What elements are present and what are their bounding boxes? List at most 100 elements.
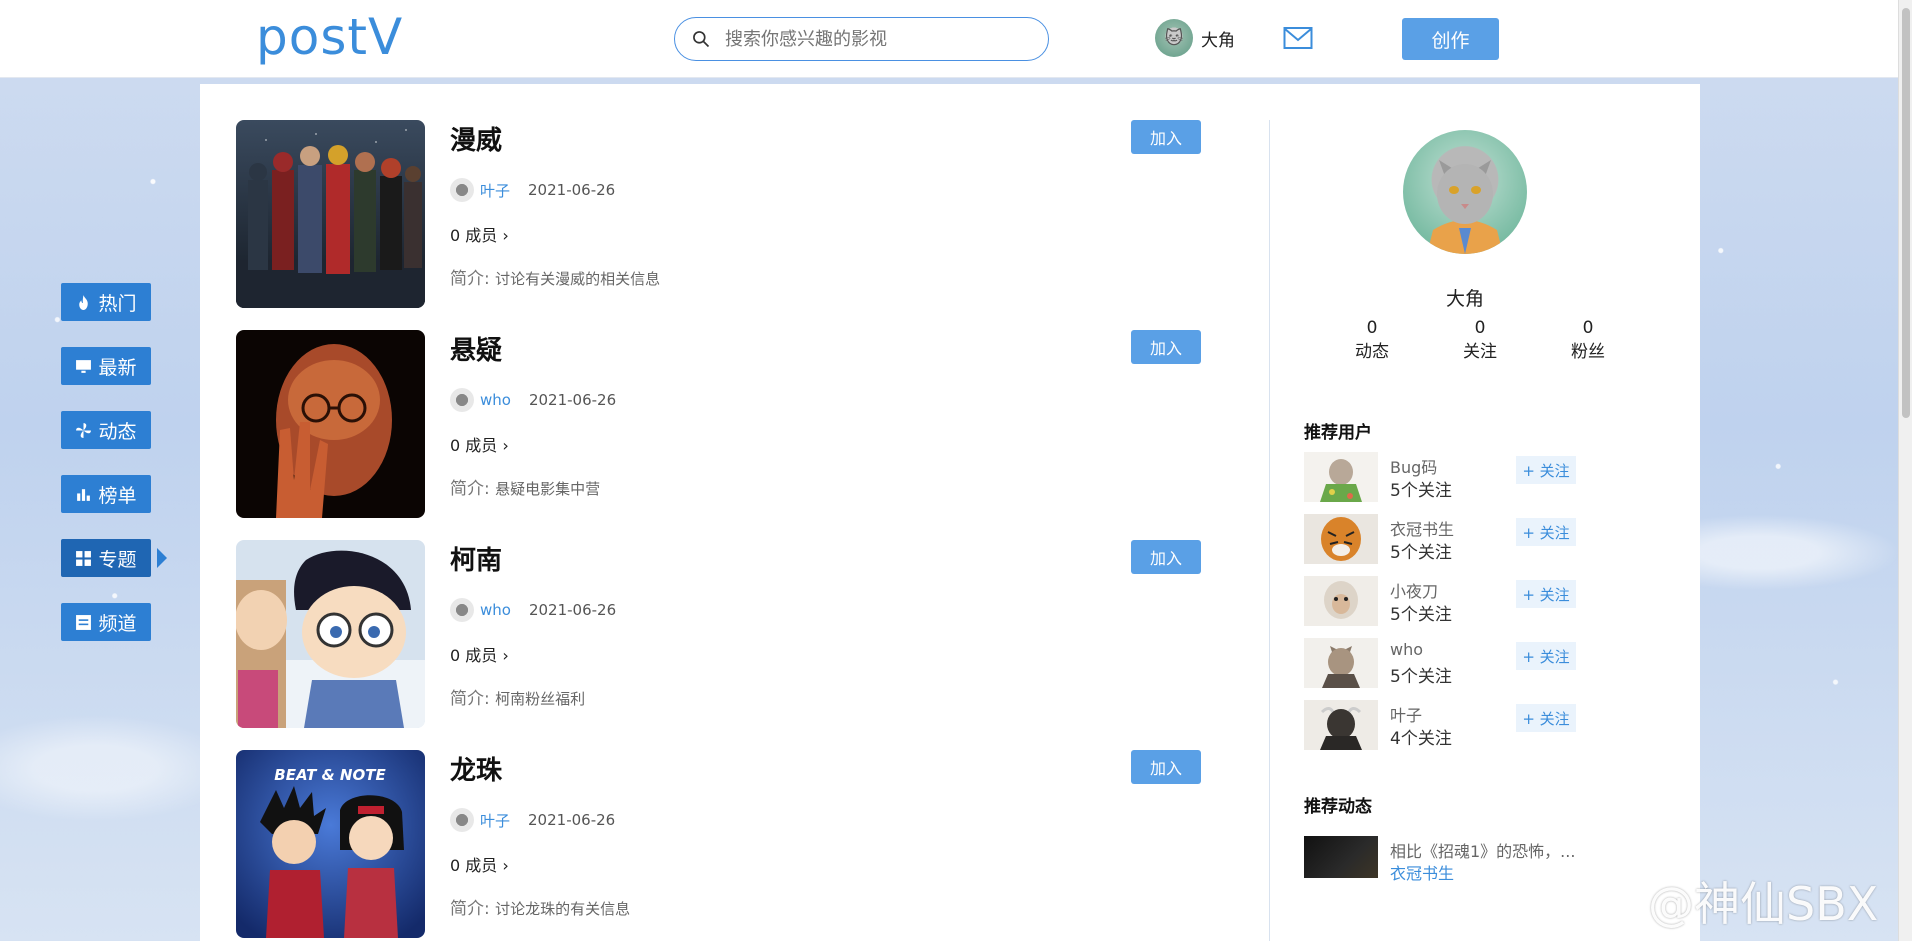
user-name[interactable]: 衣冠书生 xyxy=(1390,516,1454,540)
profile-name[interactable]: 大角 xyxy=(1304,284,1626,311)
join-button[interactable]: 加入 xyxy=(1131,330,1201,364)
topic-description: 简介: 柯南粉丝福利 xyxy=(450,684,585,709)
join-button[interactable]: 加入 xyxy=(1131,120,1201,154)
topic-members[interactable]: 0 成员 › xyxy=(450,432,509,456)
topic-members[interactable]: 0 成员 › xyxy=(450,642,509,666)
desc-text: 柯南粉丝福利 xyxy=(495,690,586,708)
topic-item[interactable]: 悬疑 加入 who 2021-06-26 0 成员 › 简介: 悬疑电影集中营 xyxy=(236,330,1236,518)
list-item[interactable]: 衣冠书生 5个关注 + 关注 xyxy=(1304,514,1634,576)
site-logo[interactable]: postV xyxy=(256,8,403,66)
topic-title[interactable]: 龙珠 xyxy=(450,750,502,787)
topic-item[interactable]: BEAT & NOTE 龙珠 加入 叶子 2021-06-26 0 成员 › 简… xyxy=(236,750,1236,938)
page-scrollbar[interactable] xyxy=(1898,0,1912,941)
user-avatar[interactable] xyxy=(1304,638,1378,688)
topic-thumbnail[interactable] xyxy=(236,540,425,728)
search-icon xyxy=(693,31,710,48)
list-item[interactable]: 小夜刀 5个关注 + 关注 xyxy=(1304,576,1634,638)
list-item[interactable]: Bug码 5个关注 + 关注 xyxy=(1304,452,1634,514)
watermark-text: @神仙SBX xyxy=(1648,877,1879,931)
topic-members[interactable]: 0 成员 › xyxy=(450,852,509,876)
desc-prefix: 简介: xyxy=(450,479,496,499)
follow-button[interactable]: + 关注 xyxy=(1516,580,1576,608)
nav-label: 动态 xyxy=(98,420,137,443)
stat-posts[interactable]: 0 动态 xyxy=(1318,316,1426,364)
header-username[interactable]: 大角 xyxy=(1201,26,1235,51)
stat-following[interactable]: 0 关注 xyxy=(1426,316,1534,364)
topic-author[interactable]: 叶子 xyxy=(480,810,510,831)
list-item[interactable]: 叶子 4个关注 + 关注 xyxy=(1304,700,1634,762)
fire-icon xyxy=(79,294,89,310)
member-count: 0 成员 xyxy=(450,646,498,665)
follow-button[interactable]: + 关注 xyxy=(1516,704,1576,732)
user-avatar[interactable] xyxy=(1304,576,1378,626)
topic-author[interactable]: who xyxy=(480,391,511,409)
topic-members[interactable]: 0 成员 › xyxy=(450,222,509,246)
search-input[interactable] xyxy=(725,28,1005,50)
thumb-caption: BEAT & NOTE xyxy=(274,766,386,784)
nav-item-newest[interactable]: 最新 xyxy=(61,347,151,385)
post-author[interactable]: 衣冠书生 xyxy=(1390,860,1454,884)
author-avatar[interactable] xyxy=(450,388,474,412)
stat-value: 0 xyxy=(1366,318,1378,338)
user-avatar[interactable] xyxy=(1304,452,1378,502)
nav-item-dynamic[interactable]: 动态 xyxy=(61,411,151,449)
header-user[interactable]: 🐱 大角 xyxy=(1155,19,1235,57)
topic-author[interactable]: who xyxy=(480,601,511,619)
user-follow-count: 5个关注 xyxy=(1390,605,1452,625)
follow-button[interactable]: + 关注 xyxy=(1516,456,1576,484)
list-icon xyxy=(76,614,92,630)
user-follow-count: 5个关注 xyxy=(1390,543,1452,563)
scrollbar-thumb[interactable] xyxy=(1902,8,1910,418)
nav-item-channel[interactable]: 频道 xyxy=(61,603,151,641)
user-avatar[interactable] xyxy=(1304,700,1378,750)
user-name[interactable]: 叶子 xyxy=(1390,702,1422,726)
topic-item[interactable]: 柯南 加入 who 2021-06-26 0 成员 › 简介: 柯南粉丝福利 xyxy=(236,540,1236,728)
user-avatar[interactable] xyxy=(1304,514,1378,564)
user-name[interactable]: 小夜刀 xyxy=(1390,578,1438,602)
desc-prefix: 简介: xyxy=(450,899,496,919)
user-name[interactable]: who xyxy=(1390,640,1423,659)
topic-thumbnail[interactable] xyxy=(236,330,425,518)
bar-chart-icon xyxy=(77,488,91,501)
stat-value: 0 xyxy=(1582,318,1594,338)
topic-date: 2021-06-26 xyxy=(528,391,617,409)
nav-item-hot[interactable]: 热门 xyxy=(61,283,151,321)
topic-title[interactable]: 柯南 xyxy=(450,540,502,577)
author-avatar[interactable] xyxy=(450,178,474,202)
nav-label: 榜单 xyxy=(98,484,137,507)
column-divider xyxy=(1269,120,1270,941)
follow-button[interactable]: + 关注 xyxy=(1516,642,1576,670)
desc-prefix: 简介: xyxy=(450,269,496,289)
post-text[interactable]: 相比《招魂1》的恐怖，... xyxy=(1390,838,1600,862)
watermark: @神仙SBX xyxy=(1576,868,1878,934)
topic-meta: 叶子 2021-06-26 xyxy=(450,178,615,202)
topic-description: 简介: 讨论有关漫威的相关信息 xyxy=(450,264,660,289)
stat-followers[interactable]: 0 粉丝 xyxy=(1534,316,1642,364)
topic-item[interactable]: 漫威 加入 叶子 2021-06-26 0 成员 › 简介: 讨论有关漫威的相关… xyxy=(236,120,1236,308)
user-name[interactable]: Bug码 xyxy=(1390,454,1437,478)
join-button[interactable]: 加入 xyxy=(1131,750,1201,784)
topic-title[interactable]: 悬疑 xyxy=(450,330,502,367)
user-follow-count: 5个关注 xyxy=(1390,667,1452,687)
topic-author[interactable]: 叶子 xyxy=(480,180,510,201)
topic-meta: who 2021-06-26 xyxy=(450,388,616,412)
list-item[interactable]: who 5个关注 + 关注 xyxy=(1304,638,1634,700)
search-box[interactable] xyxy=(674,17,1049,61)
post-thumbnail[interactable] xyxy=(1304,836,1378,878)
create-button[interactable]: 创作 xyxy=(1402,18,1499,60)
mail-icon[interactable] xyxy=(1283,26,1313,50)
topic-title[interactable]: 漫威 xyxy=(450,120,502,157)
header-avatar[interactable]: 🐱 xyxy=(1155,19,1193,57)
author-avatar[interactable] xyxy=(450,808,474,832)
user-follow-count: 5个关注 xyxy=(1390,481,1452,501)
weibo-icon xyxy=(1578,879,1640,928)
author-avatar[interactable] xyxy=(450,598,474,622)
topic-thumbnail[interactable] xyxy=(236,120,425,308)
desc-text: 讨论有关漫威的相关信息 xyxy=(495,270,661,288)
follow-button[interactable]: + 关注 xyxy=(1516,518,1576,546)
profile-avatar[interactable] xyxy=(1403,130,1527,254)
join-button[interactable]: 加入 xyxy=(1131,540,1201,574)
nav-item-topics[interactable]: 专题 xyxy=(61,539,167,577)
topic-thumbnail[interactable]: BEAT & NOTE xyxy=(236,750,425,938)
nav-item-ranking[interactable]: 榜单 xyxy=(61,475,151,513)
